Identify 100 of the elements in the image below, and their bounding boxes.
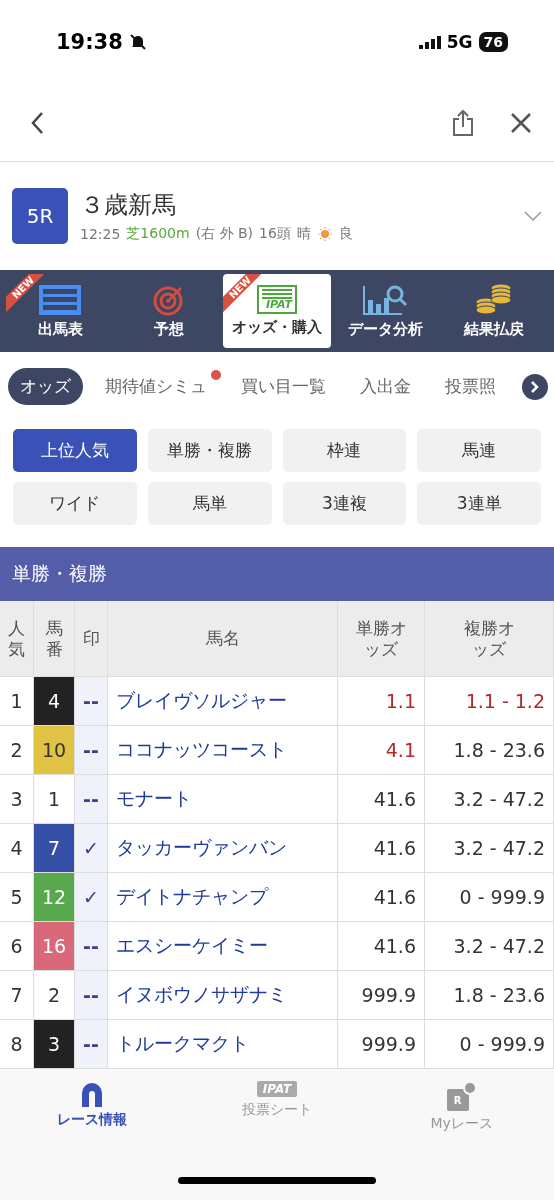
win-odds-cell: 999.9 — [338, 971, 425, 1020]
rank-cell: 6 — [0, 922, 34, 971]
next-button[interactable] — [522, 373, 548, 400]
horse-name-link[interactable]: モナート — [108, 775, 338, 824]
going-label: 良 — [338, 225, 353, 243]
ipat-icon: IPAT — [257, 285, 297, 314]
chart-search-icon — [362, 283, 409, 316]
bet-type-button[interactable]: 上位人気 — [13, 429, 137, 472]
win-odds-cell: 41.6 — [338, 873, 425, 922]
horse-number-cell: 16 — [34, 922, 75, 971]
horse-number-cell: 12 — [34, 873, 75, 922]
win-odds-cell: 41.6 — [338, 922, 425, 971]
bell-off-icon — [128, 33, 147, 51]
sub-tab[interactable]: 投票照 — [433, 368, 508, 405]
menu-label: 出馬表 — [37, 319, 83, 339]
rank-cell: 1 — [0, 677, 34, 726]
sub-tab[interactable]: 入出金 — [348, 368, 423, 405]
horse-number-cell: 3 — [34, 1020, 75, 1069]
place-odds-cell: 0 - 999.9 — [425, 1020, 554, 1069]
rank-cell: 7 — [0, 971, 34, 1020]
sub-tab[interactable]: オッズ — [8, 368, 83, 405]
mark-cell[interactable]: -- — [75, 775, 108, 824]
back-icon[interactable] — [30, 110, 44, 135]
bet-type-button[interactable]: ワイド — [13, 482, 137, 525]
place-odds-cell: 1.8 - 23.6 — [425, 971, 554, 1020]
horseshoe-icon — [80, 1081, 105, 1107]
course-distance: 芝1600m — [126, 225, 190, 243]
place-odds-cell: 3.2 - 47.2 — [425, 775, 554, 824]
close-icon[interactable] — [510, 111, 532, 134]
win-odds-cell: 999.9 — [338, 1020, 425, 1069]
menu-label: データ分析 — [347, 319, 423, 339]
mark-cell[interactable]: -- — [75, 971, 108, 1020]
horse-name-link[interactable]: タッカーヴァンバン — [108, 824, 338, 873]
sub-tab[interactable]: 買い目一覧 — [229, 368, 338, 405]
menu-label: オッズ・購入 — [232, 318, 322, 337]
bottom-tab[interactable]: レース情報 — [0, 1081, 185, 1133]
bet-type-button[interactable]: 単勝・複勝 — [147, 429, 272, 472]
menu-label: 結果払戻 — [463, 319, 524, 339]
column-header: 単勝オッズ — [338, 601, 425, 677]
mark-cell[interactable]: ✓ — [75, 824, 108, 873]
mark-cell[interactable]: -- — [75, 726, 108, 775]
place-odds-cell: 1.1 - 1.2 — [425, 677, 554, 726]
runner-count: 16頭 — [259, 225, 291, 243]
bet-type-button[interactable]: 枠連 — [282, 429, 407, 472]
menu-tab[interactable]: データ分析 — [331, 274, 440, 348]
menu-tab[interactable]: 結果払戻 — [439, 274, 549, 348]
ipat-icon: IPAT — [256, 1081, 298, 1097]
sub-tab[interactable]: 期待値シミュ — [93, 368, 219, 405]
bet-type-button[interactable]: 馬単 — [147, 482, 272, 525]
section-header: 単勝・複勝 — [0, 547, 554, 601]
menu-tab[interactable]: 予想 — [114, 274, 223, 348]
race-title: ３歳新馬 — [80, 190, 177, 221]
column-header: 複勝オッズ — [425, 601, 554, 677]
place-odds-cell: 3.2 - 47.2 — [425, 824, 554, 873]
win-odds-cell: 4.1 — [338, 726, 425, 775]
chevron-right-icon — [530, 379, 540, 394]
column-header: 馬番 — [34, 601, 75, 677]
win-odds-cell: 1.1 — [338, 677, 425, 726]
win-odds-cell: 41.6 — [338, 775, 425, 824]
horse-name-link[interactable]: エスシーケイミー — [108, 922, 338, 971]
share-icon[interactable] — [452, 108, 474, 137]
horse-name-link[interactable]: デイトナチャンプ — [108, 873, 338, 922]
horse-name-link[interactable]: ココナッツコースト — [108, 726, 338, 775]
rank-cell: 4 — [0, 824, 34, 873]
place-odds-cell: 3.2 - 47.2 — [425, 922, 554, 971]
rank-cell: 2 — [0, 726, 34, 775]
mark-cell[interactable]: -- — [75, 1020, 108, 1069]
bet-type-button[interactable]: 3連単 — [417, 482, 541, 525]
battery-level: 76 — [478, 32, 508, 52]
rank-cell: 5 — [0, 873, 34, 922]
win-odds-cell: 41.6 — [338, 824, 425, 873]
list-icon — [38, 283, 83, 316]
place-odds-cell: 0 - 999.9 — [425, 873, 554, 922]
mark-cell[interactable]: ✓ — [75, 873, 108, 922]
race-time: 12:25 — [80, 226, 121, 242]
bet-type-button[interactable]: 3連複 — [282, 482, 407, 525]
horse-number-cell: 4 — [34, 677, 75, 726]
weather-label: 晴 — [296, 225, 311, 243]
mark-cell[interactable]: -- — [75, 677, 108, 726]
bet-type-button[interactable]: 馬連 — [417, 429, 541, 472]
horse-name-link[interactable]: イヌボウノサザナミ — [108, 971, 338, 1020]
column-header: 馬名 — [108, 601, 338, 677]
place-odds-cell: 1.8 - 23.6 — [425, 726, 554, 775]
chevron-down-icon[interactable] — [524, 211, 542, 221]
signal-icon — [418, 35, 441, 49]
column-header: 印 — [75, 601, 108, 677]
race-number-badge: 5R — [12, 188, 68, 244]
sun-icon — [316, 226, 333, 242]
rank-cell: 3 — [0, 775, 34, 824]
horse-number-cell: 7 — [34, 824, 75, 873]
mark-cell[interactable]: -- — [75, 922, 108, 971]
horse-number-cell: 10 — [34, 726, 75, 775]
course-layout: (右 外 B) — [195, 225, 254, 243]
horse-number-cell: 2 — [34, 971, 75, 1020]
horse-number-cell: 1 — [34, 775, 75, 824]
horse-name-link[interactable]: トルークマクト — [108, 1020, 338, 1069]
coins-icon — [474, 283, 513, 316]
rank-cell: 8 — [0, 1020, 34, 1069]
column-header: 人気 — [0, 601, 34, 677]
horse-name-link[interactable]: ブレイヴソルジャー — [108, 677, 338, 726]
